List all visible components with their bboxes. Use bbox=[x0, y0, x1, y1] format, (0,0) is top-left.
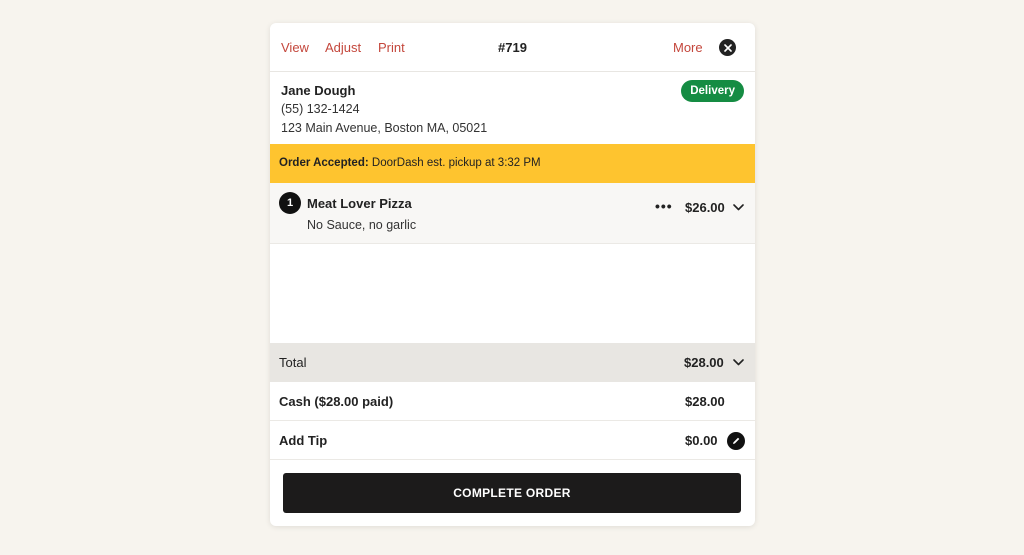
customer-info: Jane Dough (55) 132-1424 123 Main Avenue… bbox=[270, 72, 755, 144]
chevron-down-icon[interactable] bbox=[733, 204, 744, 211]
order-status-detail: DoorDash est. pickup at 3:32 PM bbox=[368, 157, 541, 169]
payment-value: $28.00 bbox=[685, 394, 725, 409]
order-header: View Adjust Print #719 More bbox=[270, 23, 755, 72]
adjust-link[interactable]: Adjust bbox=[325, 40, 361, 55]
more-link[interactable]: More bbox=[673, 40, 703, 55]
total-label: Total bbox=[279, 355, 307, 370]
pencil-icon bbox=[733, 437, 740, 444]
close-button[interactable] bbox=[719, 39, 736, 56]
delivery-badge: Delivery bbox=[681, 80, 744, 102]
item-name: Meat Lover Pizza bbox=[307, 196, 412, 211]
item-more-button[interactable]: ••• bbox=[655, 198, 673, 214]
item-modifier: No Sauce, no garlic bbox=[307, 218, 417, 232]
items-empty-area bbox=[270, 244, 755, 343]
customer-name: Jane Dough bbox=[281, 83, 356, 98]
payment-row: Cash ($28.00 paid) $28.00 bbox=[270, 382, 755, 421]
chevron-down-icon[interactable] bbox=[733, 359, 744, 366]
tip-row[interactable]: Add Tip $0.00 bbox=[270, 421, 755, 460]
total-value: $28.00 bbox=[684, 355, 724, 370]
line-item[interactable]: 1 Meat Lover Pizza No Sauce, no garlic •… bbox=[270, 183, 755, 244]
customer-address: 123 Main Avenue, Boston MA, 05021 bbox=[281, 121, 488, 135]
edit-tip-button[interactable] bbox=[727, 432, 745, 450]
total-row[interactable]: Total $28.00 bbox=[270, 343, 755, 382]
close-icon bbox=[723, 43, 732, 52]
order-status-banner: Order Accepted: DoorDash est. pickup at … bbox=[270, 144, 755, 183]
item-price: $26.00 bbox=[685, 200, 725, 215]
order-card: View Adjust Print #719 More Jane Dough (… bbox=[270, 23, 755, 526]
complete-order-button[interactable]: COMPLETE ORDER bbox=[283, 473, 741, 513]
view-link[interactable]: View bbox=[281, 40, 309, 55]
order-status-label: Order Accepted: bbox=[279, 157, 369, 169]
payment-label: Cash ($28.00 paid) bbox=[279, 394, 394, 409]
customer-phone: (55) 132-1424 bbox=[281, 102, 360, 116]
print-link[interactable]: Print bbox=[378, 40, 405, 55]
item-quantity: 1 bbox=[279, 192, 301, 214]
tip-label: Add Tip bbox=[279, 433, 328, 448]
tip-value: $0.00 bbox=[685, 433, 718, 448]
